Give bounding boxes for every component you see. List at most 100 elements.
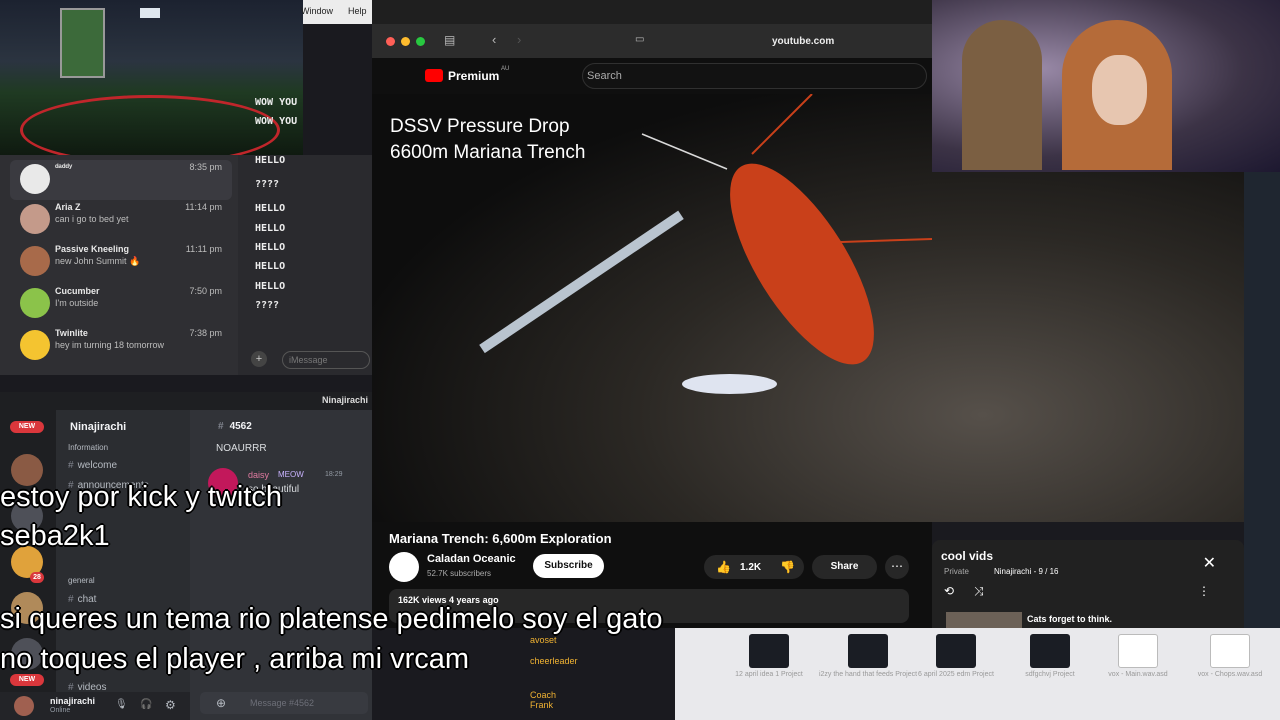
conversation-name: Cucumber — [55, 286, 100, 296]
person-left — [962, 20, 1042, 170]
document-file-icon — [1210, 634, 1250, 668]
reader-icon[interactable]: ▭ — [635, 34, 644, 45]
message-bubble: HELLO — [255, 223, 286, 234]
user-panel: ninajirachi Online 🎙 🎧 ⚙ — [0, 692, 190, 720]
channel-avatar[interactable] — [389, 552, 419, 582]
loop-icon[interactable]: ⟲ — [944, 584, 954, 598]
desktop-file[interactable]: 6 april 2025 edm Project — [906, 634, 1006, 720]
add-plus-icon[interactable]: ⊕ — [216, 696, 226, 710]
conversation-preview: can i go to bed yet — [55, 214, 129, 224]
menu-window[interactable]: Window — [301, 6, 333, 16]
imessage-input[interactable]: iMessage — [282, 351, 370, 369]
avatar — [20, 164, 50, 194]
sidebar-toggle-icon[interactable]: ▤ — [444, 33, 455, 47]
desktop-file[interactable]: sdfgchvj Project — [1000, 634, 1100, 720]
conversation-item[interactable]: Passive Kneeling new John Summit 🔥 11:11… — [10, 242, 232, 282]
unread-count-badge: 28 — [30, 572, 44, 583]
project-file-icon — [936, 634, 976, 668]
avatar — [20, 330, 50, 360]
forward-arrow-icon[interactable]: › — [517, 32, 521, 47]
category-general[interactable]: general — [68, 576, 95, 585]
youtube-brand[interactable]: Premium — [448, 69, 499, 83]
menu-help[interactable]: Help — [348, 6, 367, 16]
search-input[interactable]: Search — [582, 63, 927, 89]
video-caption-line1: DSSV Pressure Drop — [390, 116, 570, 137]
file-label: vox - Chops.wav.asd — [1197, 671, 1263, 678]
playlist-owner: Ninajirachi - 9 / 16 — [994, 567, 1059, 576]
shuffle-icon[interactable]: ⤨ — [974, 584, 984, 599]
subscribe-button[interactable]: Subscribe — [533, 554, 604, 578]
message-bubble: HELLO — [255, 281, 286, 292]
close-icon[interactable]: ✕ — [1203, 553, 1216, 573]
desktop-file[interactable]: 12 april idea 1 Project — [719, 634, 819, 720]
conversation-time: 7:50 pm — [189, 286, 222, 296]
conversation-name: Passive Kneeling — [55, 244, 130, 254]
channel-name[interactable]: Caladan Oceanic — [427, 553, 516, 565]
avatar — [20, 288, 50, 318]
shrimp-illustration — [641, 94, 933, 365]
discord-titlebar: Ninajirachi — [0, 392, 372, 410]
thumbs-up-icon[interactable]: 👍 — [716, 560, 731, 574]
avatar — [20, 204, 50, 234]
thumbs-down-icon[interactable]: 👎 — [780, 560, 795, 574]
desktop-file[interactable]: vox - Chops.wav.asd — [1180, 634, 1280, 720]
messages-app: ᵈᵃᵈᵈʸ 8:35 pm Aria Z can i go to bed yet… — [0, 97, 372, 375]
back-arrow-icon[interactable]: ‹ — [492, 32, 496, 47]
overlay-text-line3: si queres un tema rio platense pedimelo … — [0, 603, 663, 635]
reply-user: cheerleader — [530, 656, 578, 666]
message-bubble: HELLO — [255, 155, 286, 166]
reply-user: Coach Frank — [530, 690, 557, 710]
like-count[interactable]: 1.2K — [740, 562, 761, 573]
zoom-window-button[interactable] — [416, 37, 425, 46]
channel-header: #4562 — [218, 421, 252, 432]
message-bubble: WOW YOU — [255, 97, 298, 108]
message-input[interactable]: Message #4562 — [250, 698, 314, 708]
headphones-icon[interactable]: 🎧 — [140, 699, 152, 710]
playlist-title: cool vids — [941, 549, 994, 563]
conversation-list: ᵈᵃᵈᵈʸ 8:35 pm Aria Z can i go to bed yet… — [0, 155, 238, 375]
background-window-edge — [1244, 172, 1280, 628]
shrimp-antenna — [641, 133, 728, 170]
avatar[interactable] — [14, 696, 34, 716]
user-status: Online — [50, 707, 71, 714]
close-window-button[interactable] — [386, 37, 395, 46]
settings-gear-icon[interactable]: ⚙ — [165, 698, 176, 712]
playlist-item-thumbnail[interactable] — [946, 612, 1022, 628]
youtube-logo-icon[interactable] — [425, 69, 443, 82]
more-options-icon[interactable]: ⋯ — [885, 555, 909, 579]
conversation-item[interactable]: Cucumber I'm outside 7:50 pm — [10, 284, 232, 324]
user-name: ninajirachi — [50, 696, 96, 706]
channel-welcome[interactable]: # welcome — [68, 460, 117, 471]
discord-window-title: Ninajirachi — [321, 395, 368, 405]
conversation-item[interactable]: Aria Z can i go to bed yet 11:14 pm — [10, 200, 232, 240]
message-input-box[interactable]: ⊕ Message #4562 — [200, 692, 368, 714]
add-attachment-button[interactable]: + — [251, 351, 267, 367]
message-bubble: HELLO — [255, 261, 286, 272]
desktop-file[interactable]: vox - Main.wav.asd — [1088, 634, 1188, 720]
desktop-file[interactable]: i2zy the hand that feeds Project — [818, 634, 918, 720]
category-information[interactable]: Information — [68, 443, 108, 452]
game-sky-light — [140, 8, 160, 18]
address-bar[interactable]: youtube.com — [772, 36, 834, 47]
server-name[interactable]: Ninajirachi — [70, 421, 126, 433]
message-bubble: HELLO — [255, 203, 286, 214]
channel-header-label: 4562 — [229, 421, 252, 432]
playlist-item-title[interactable]: Cats forget to think. — [1027, 614, 1112, 624]
avatar — [20, 246, 50, 276]
conversation-item[interactable]: ᵈᵃᵈᵈʸ 8:35 pm — [10, 160, 232, 200]
video-caption-line2: 6600m Mariana Trench — [390, 142, 586, 163]
message-author: daisy — [248, 470, 270, 480]
file-label: vox - Main.wav.asd — [1108, 671, 1168, 678]
video-title: Mariana Trench: 6,600m Exploration — [389, 531, 612, 546]
conversation-preview: new John Summit 🔥 — [55, 256, 141, 266]
conversation-item[interactable]: Twinlite hey im turning 18 tomorrow 7:38… — [10, 326, 232, 366]
message-time: 18:29 — [325, 471, 343, 478]
project-file-icon — [848, 634, 888, 668]
share-button[interactable]: Share — [812, 555, 877, 579]
microphone-icon[interactable]: 🎙 — [115, 699, 128, 710]
message-bubble: ???? — [255, 300, 280, 311]
channel-label: welcome — [77, 460, 118, 471]
minimize-window-button[interactable] — [401, 37, 410, 46]
overlay-text-line1: estoy por kick y twitch — [0, 481, 283, 513]
playlist-more-icon[interactable]: ⋮ — [1198, 584, 1210, 598]
